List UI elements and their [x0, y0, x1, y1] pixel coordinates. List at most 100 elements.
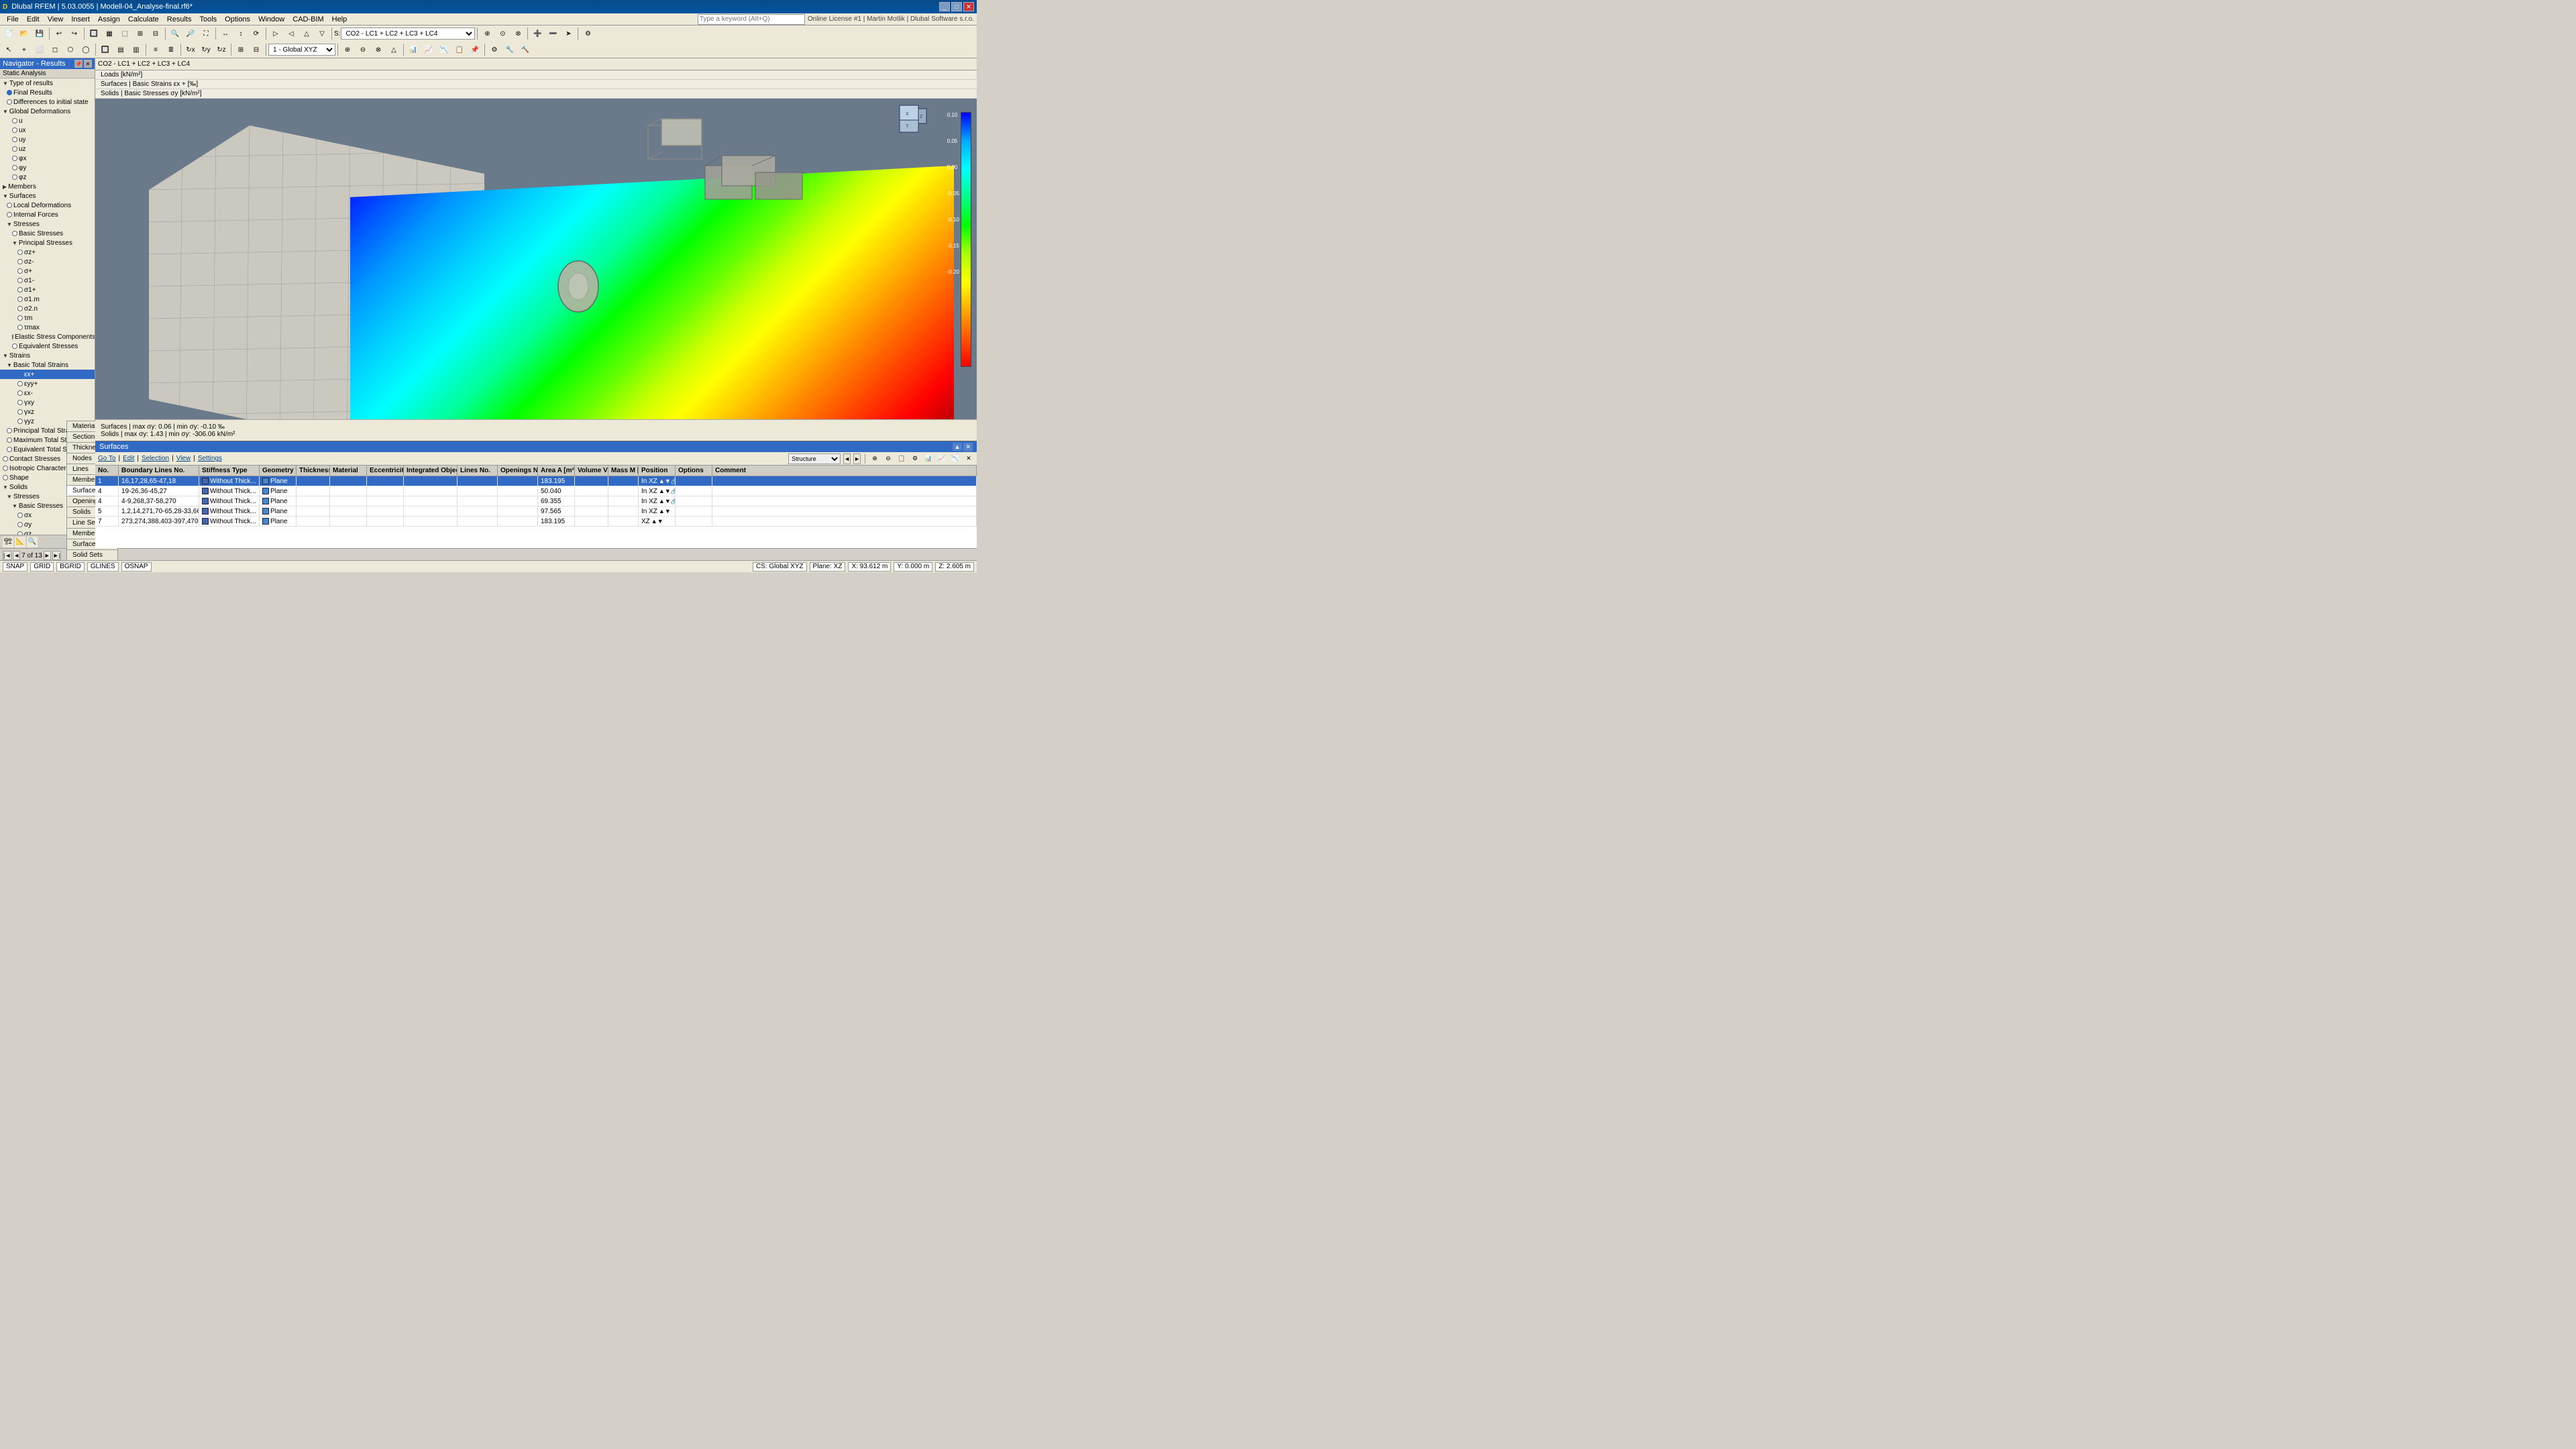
tb-btn-17[interactable]: ➖	[545, 27, 560, 40]
menu-results[interactable]: Results	[163, 15, 196, 24]
navigator-pin-btn[interactable]: 📌	[74, 60, 83, 68]
grid-btn[interactable]: GRID	[30, 562, 54, 572]
tbl-btn3[interactable]: 📋	[896, 453, 907, 464]
menu-cad-bim[interactable]: CAD-BIM	[288, 15, 327, 24]
tb2-btn-2[interactable]: ◻	[48, 43, 62, 56]
nav-sz-plus[interactable]: σz+	[0, 248, 95, 257]
snap-btn[interactable]: SNAP	[3, 562, 28, 572]
tb2-btn-21[interactable]: ⚙	[487, 43, 502, 56]
maximize-button[interactable]: □	[951, 2, 962, 11]
nav-s1-minus[interactable]: σ1-	[0, 276, 95, 285]
open-btn[interactable]: 📂	[17, 27, 32, 40]
nav-gxy[interactable]: γxy	[0, 398, 95, 407]
select-btn[interactable]: ↖	[1, 43, 16, 56]
nav-internal-forces[interactable]: Internal Forces	[0, 210, 95, 219]
menu-file[interactable]: File	[3, 15, 23, 24]
tb-btn-13[interactable]: ⊕	[480, 27, 494, 40]
table-row[interactable]: 4 4-9,268,37-58,270 Without Thick... Pla…	[95, 496, 977, 506]
tb-selection[interactable]: Selection	[142, 455, 169, 462]
tb2-btn-10[interactable]: ⊞	[233, 43, 248, 56]
tb-edit[interactable]: Edit	[123, 455, 134, 462]
menu-assign[interactable]: Assign	[94, 15, 124, 24]
rotate-x-btn[interactable]: ↻x	[183, 43, 198, 56]
tbl-btn6[interactable]: 📈	[936, 453, 947, 464]
tb-btn-11[interactable]: △	[299, 27, 314, 40]
page-next-btn[interactable]: ►	[44, 551, 51, 560]
tb2-btn-5[interactable]: 🔲	[98, 43, 113, 56]
tb-btn-7[interactable]: ↕	[233, 27, 248, 40]
nav-phix[interactable]: φx	[0, 154, 95, 163]
table-row[interactable]: 5 1,2,14,271,70-65,28-33,66,69,262,265,2…	[95, 506, 977, 517]
nav-tm[interactable]: τm	[0, 313, 95, 323]
tb2-btn-20[interactable]: 📌	[468, 43, 482, 56]
tb-btn-8[interactable]: ⟳	[249, 27, 264, 40]
table-row[interactable]: 7 273,274,388,403-397,470-459,275 Withou…	[95, 517, 977, 527]
new-btn[interactable]: 📄	[1, 27, 16, 40]
nav-foot-btn2[interactable]: 📐	[15, 537, 25, 547]
tab-solid-sets[interactable]: Solid Sets	[66, 549, 118, 560]
osnap-btn[interactable]: OSNAP	[121, 562, 152, 572]
menu-window[interactable]: Window	[254, 15, 288, 24]
nav-s1-plus[interactable]: σ1+	[0, 285, 95, 294]
keyword-search-input[interactable]	[698, 14, 805, 25]
tb-view[interactable]: View	[176, 455, 191, 462]
save-btn[interactable]: 💾	[32, 27, 47, 40]
view-combo[interactable]: 1 - Global XYZ	[268, 44, 335, 56]
tb-btn-12[interactable]: ▽	[315, 27, 329, 40]
table-row[interactable]: 4 19-26,36-45,27 Without Thick... Plane …	[95, 486, 977, 496]
menu-view[interactable]: View	[44, 15, 68, 24]
close-button[interactable]: ✕	[963, 2, 974, 11]
redo-btn[interactable]: ↪	[67, 27, 82, 40]
menu-edit[interactable]: Edit	[23, 15, 44, 24]
nav-diff-initial[interactable]: Differences to initial state	[0, 97, 95, 107]
page-last-btn[interactable]: ►|	[52, 551, 61, 560]
nav-local-def[interactable]: Local Deformations	[0, 201, 95, 210]
tb2-btn-14[interactable]: ⊗	[371, 43, 386, 56]
menu-calculate[interactable]: Calculate	[124, 15, 163, 24]
undo-btn[interactable]: ↩	[52, 27, 66, 40]
tb2-btn-8[interactable]: ≡	[148, 43, 163, 56]
menu-help[interactable]: Help	[328, 15, 352, 24]
nav-eyy-plus[interactable]: εyy+	[0, 379, 95, 388]
tb-goto[interactable]: Go To	[98, 455, 116, 462]
tb-btn-9[interactable]: ▷	[268, 27, 283, 40]
nav-ex-minus[interactable]: εx-	[0, 388, 95, 398]
minimize-button[interactable]: _	[939, 2, 950, 11]
tbl-btn1[interactable]: ⊕	[869, 453, 880, 464]
nav-ux[interactable]: ux	[0, 125, 95, 135]
viewport[interactable]: 0.10 0.05 0.00 -0.05 -0.10 -0.15 -0.20 X	[95, 99, 977, 548]
tb-btn-3[interactable]: ⬚	[117, 27, 132, 40]
nav-s-plus[interactable]: σ+	[0, 266, 95, 276]
tb2-btn-18[interactable]: 📉	[437, 43, 451, 56]
tb2-btn-12[interactable]: ⊕	[340, 43, 355, 56]
tb2-btn-6[interactable]: ▤	[113, 43, 128, 56]
basic-objects-combo[interactable]: Structure Basic Objects	[788, 453, 841, 464]
nav-phiz[interactable]: φz	[0, 172, 95, 182]
tb-btn-14[interactable]: ⊙	[495, 27, 510, 40]
menu-options[interactable]: Options	[221, 15, 254, 24]
tbl-btn5[interactable]: 📊	[923, 453, 934, 464]
glines-btn[interactable]: GLINES	[87, 562, 119, 572]
tb2-btn-4[interactable]: ◯	[78, 43, 93, 56]
tbl-btn4[interactable]: ⚙	[910, 453, 920, 464]
nav-uy[interactable]: uy	[0, 135, 95, 144]
tb-btn-5[interactable]: ⊟	[148, 27, 163, 40]
cursor-btn[interactable]: ⌖	[17, 43, 32, 56]
tb-btn-16[interactable]: ➕	[530, 27, 545, 40]
tb-btn-1[interactable]: 🔲	[87, 27, 101, 40]
nav-elastic-stress[interactable]: Elastic Stress Components	[0, 332, 95, 341]
table-nav-next[interactable]: ►	[853, 453, 861, 464]
nav-gxz[interactable]: γxz	[0, 407, 95, 417]
tb-btn-4[interactable]: ⊞	[133, 27, 148, 40]
tb2-btn-11[interactable]: ⊟	[249, 43, 264, 56]
nav-u[interactable]: u	[0, 116, 95, 125]
table-expand-btn[interactable]: ▲	[953, 443, 963, 451]
table-row[interactable]: 1 16,17,28,65-47,18 Without Thick... Pla…	[95, 476, 977, 486]
table-close-btn[interactable]: ✕	[963, 443, 973, 451]
page-prev-btn[interactable]: ◄	[13, 551, 20, 560]
tb-btn-10[interactable]: ◁	[284, 27, 299, 40]
nav-foot-btn1[interactable]: 🏗	[3, 537, 13, 547]
zoom-out-btn[interactable]: 🔎	[183, 27, 198, 40]
nav-s2n[interactable]: σ2.n	[0, 304, 95, 313]
tbl-btn8[interactable]: ✕	[963, 453, 974, 464]
